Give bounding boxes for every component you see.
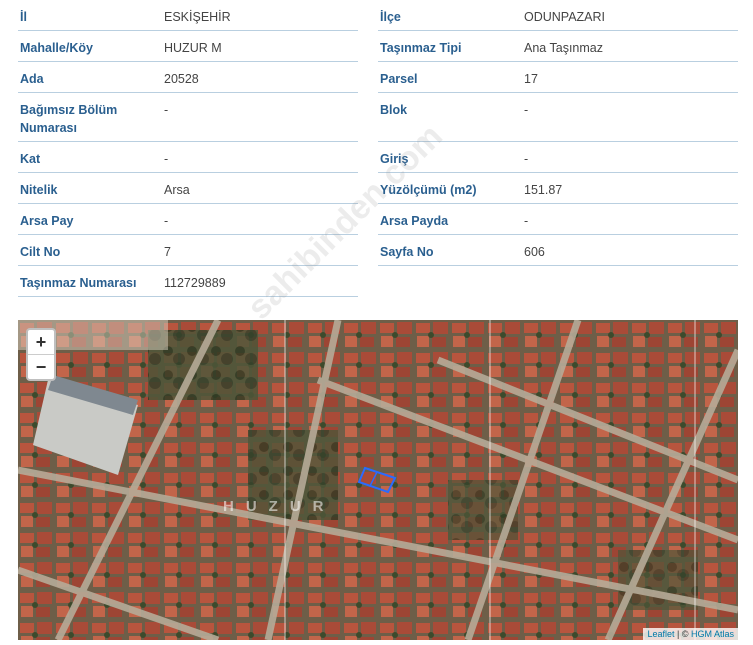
divider: [378, 92, 738, 93]
zoom-in-button[interactable]: +: [28, 330, 54, 354]
value-arsa-payda: -: [524, 214, 529, 228]
neighborhood-label: HUZUR: [223, 498, 336, 515]
value-cilt-no: 7: [164, 245, 171, 259]
divider: [18, 61, 358, 62]
divider: [378, 61, 738, 62]
label-parsel: Parsel: [380, 72, 418, 86]
label-tasinmaz-numarasi: Taşınmaz Numarası: [20, 276, 137, 290]
value-sayfa-no: 606: [524, 245, 545, 259]
map-attribution: Leaflet | © HGM Atlas: [643, 628, 738, 640]
divider: [18, 296, 358, 297]
label-arsa-pay: Arsa Pay: [20, 214, 74, 228]
value-giris: -: [524, 152, 529, 166]
value-ada: 20528: [164, 72, 199, 86]
label-kat: Kat: [20, 152, 41, 166]
attribution-separator: | ©: [674, 629, 691, 639]
label-mahalle: Mahalle/Köy: [20, 41, 93, 55]
divider: [378, 265, 738, 266]
label-blok: Blok: [380, 103, 408, 117]
label-sayfa-no: Sayfa No: [380, 245, 434, 259]
label-nitelik: Nitelik: [20, 183, 58, 197]
divider: [18, 92, 358, 93]
label-bagimsiz-bolum: Bağımsız Bölüm Numarası: [20, 103, 118, 135]
value-yuzolcumu: 151.87: [524, 183, 563, 197]
label-tasinmaz-tipi: Taşınmaz Tipi: [380, 41, 462, 55]
label-ilce: İlçe: [380, 10, 401, 24]
label-ada: Ada: [20, 72, 44, 86]
divider: [18, 30, 358, 31]
value-kat: -: [164, 152, 169, 166]
leaflet-link[interactable]: Leaflet: [647, 629, 674, 639]
zoom-control: + −: [26, 328, 56, 381]
value-blok: -: [524, 103, 529, 117]
label-cilt-no: Cilt No: [20, 245, 61, 259]
value-il: ESKİŞEHİR: [164, 10, 231, 24]
divider: [378, 30, 738, 31]
label-arsa-payda: Arsa Payda: [380, 214, 449, 228]
satellite-map[interactable]: HUZUR + − Leaflet | © HGM Atlas: [18, 320, 738, 640]
value-mahalle: HUZUR M: [164, 41, 222, 55]
label-il: İl: [20, 10, 27, 24]
divider: [18, 141, 358, 142]
divider: [378, 234, 738, 235]
value-parsel: 17: [524, 72, 538, 86]
value-tasinmaz-tipi: Ana Taşınmaz: [524, 41, 603, 55]
value-ilce: ODUNPAZARI: [524, 10, 606, 24]
divider: [18, 203, 358, 204]
value-nitelik: Arsa: [164, 183, 190, 197]
satellite-imagery: [18, 320, 738, 640]
divider: [18, 172, 358, 173]
value-arsa-pay: -: [164, 214, 169, 228]
zoom-out-button[interactable]: −: [28, 354, 54, 379]
divider: [378, 203, 738, 204]
divider: [378, 172, 738, 173]
value-tasinmaz-numarasi: 112729889: [164, 276, 226, 290]
hgm-atlas-link[interactable]: HGM Atlas: [691, 629, 734, 639]
value-bagimsiz-bolum: -: [164, 103, 169, 117]
